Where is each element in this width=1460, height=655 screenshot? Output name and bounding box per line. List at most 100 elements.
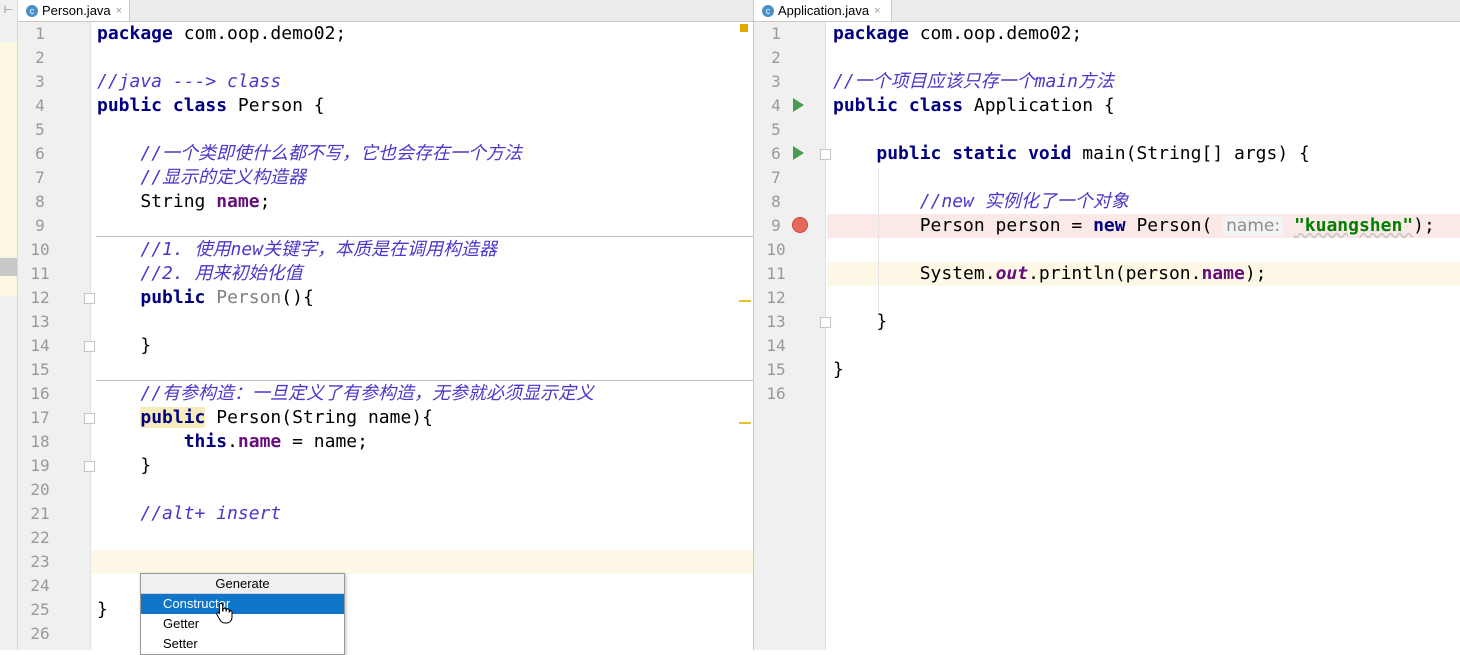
method-separator	[96, 236, 753, 237]
code-line[interactable]: 1 package com.oop.demo02;	[18, 22, 753, 46]
fold-icon[interactable]	[820, 149, 831, 160]
back-arrow-icon[interactable]: ⊢	[0, 0, 17, 20]
breakpoint-icon[interactable]	[792, 217, 808, 233]
code-line[interactable]: 5	[18, 118, 753, 142]
code-line[interactable]: 9 Person person = new Person( name: "kua…	[754, 214, 1460, 238]
code-line[interactable]: 12	[754, 286, 1460, 310]
close-icon[interactable]: ×	[874, 5, 880, 17]
code-text[interactable]: //1. 使用new关键字，本质是在调用构造器	[97, 238, 497, 262]
fold-icon[interactable]	[84, 341, 95, 352]
code-text[interactable]: //alt+ insert	[97, 502, 281, 526]
code-line[interactable]: 10	[754, 238, 1460, 262]
fold-icon[interactable]	[84, 293, 95, 304]
code-text[interactable]: }	[833, 358, 844, 382]
line-number: 11	[30, 264, 50, 283]
code-line[interactable]: 20	[18, 478, 753, 502]
code-text[interactable]: }	[833, 310, 887, 334]
code-text[interactable]: public Person(String name){	[97, 406, 433, 430]
line-number: 9	[35, 216, 45, 235]
code-text[interactable]: //一个项目应该只存一个main方法	[833, 70, 1114, 94]
code-text[interactable]: public class Person {	[97, 94, 325, 118]
run-icon[interactable]	[793, 146, 804, 160]
line-number: 5	[771, 120, 781, 139]
code-line[interactable]: 6 //一个类即使什么都不写，它也会存在一个方法	[18, 142, 753, 166]
code-text[interactable]: public Person(){	[97, 286, 313, 310]
code-line[interactable]: 21 //alt+ insert	[18, 502, 753, 526]
code-line[interactable]: 12 public Person(){	[18, 286, 753, 310]
code-line[interactable]: 14 }	[18, 334, 753, 358]
menu-item-constructor[interactable]: Constructor	[141, 594, 344, 614]
code-line[interactable]: 13 }	[754, 310, 1460, 334]
line-number: 19	[30, 456, 50, 475]
code-text[interactable]: //一个类即使什么都不写，它也会存在一个方法	[97, 142, 522, 166]
code-line[interactable]: 15	[18, 358, 753, 382]
code-text[interactable]: //java ---> class	[97, 70, 281, 94]
close-icon[interactable]: ×	[116, 5, 122, 17]
line-number: 22	[30, 528, 50, 547]
code-line[interactable]: 7	[754, 166, 1460, 190]
code-line[interactable]: 1 package com.oop.demo02;	[754, 22, 1460, 46]
code-line[interactable]: 15}	[754, 358, 1460, 382]
code-line[interactable]: 24	[18, 574, 753, 598]
code-text[interactable]: public static void main(String[] args) {	[833, 142, 1310, 166]
code-text[interactable]: String name;	[97, 190, 270, 214]
fold-icon[interactable]	[84, 413, 95, 424]
code-line[interactable]: 2	[754, 46, 1460, 70]
scroll-marker[interactable]	[739, 300, 751, 302]
code-text[interactable]: package com.oop.demo02;	[97, 22, 346, 46]
line-number: 21	[30, 504, 50, 523]
code-text[interactable]: System.out.println(person.name);	[833, 262, 1267, 286]
code-line[interactable]: 25}	[18, 598, 753, 622]
strip-selected	[0, 258, 17, 276]
code-line[interactable]: 19 }	[18, 454, 753, 478]
code-line[interactable]: 18 this.name = name;	[18, 430, 753, 454]
code-line[interactable]: 4 public class Person {	[18, 94, 753, 118]
code-text[interactable]: }	[97, 334, 151, 358]
code-line[interactable]: 8 String name;	[18, 190, 753, 214]
code-line[interactable]: 17 public Person(String name){	[18, 406, 753, 430]
code-line[interactable]: 4 public class Application {	[754, 94, 1460, 118]
code-text[interactable]: }	[97, 454, 151, 478]
code-text[interactable]: //有参构造：一旦定义了有参构造，无参就必须显示定义	[97, 382, 594, 406]
line-number: 7	[35, 168, 45, 187]
code-line[interactable]: 9	[18, 214, 753, 238]
code-line[interactable]: 22	[18, 526, 753, 550]
code-line[interactable]: 10 //1. 使用new关键字，本质是在调用构造器	[18, 238, 753, 262]
tab-person-java[interactable]: c Person.java ×	[18, 0, 130, 21]
menu-item-getter[interactable]: Getter	[141, 614, 344, 634]
code-text[interactable]: package com.oop.demo02;	[833, 22, 1082, 46]
code-line[interactable]: 5	[754, 118, 1460, 142]
code-line[interactable]: 3 //java ---> class	[18, 70, 753, 94]
menu-item-setter[interactable]: Setter	[141, 634, 344, 654]
run-icon[interactable]	[793, 98, 804, 112]
code-text[interactable]: Person person = new Person( name: "kuang…	[833, 214, 1435, 238]
code-text[interactable]: //显示的定义构造器	[97, 166, 306, 190]
line-number: 4	[771, 96, 781, 115]
code-text[interactable]: this.name = name;	[97, 430, 368, 454]
warning-marker-icon[interactable]	[740, 24, 748, 32]
code-line[interactable]: 6 public static void main(String[] args)…	[754, 142, 1460, 166]
code-line[interactable]: 13	[18, 310, 753, 334]
code-text[interactable]: }	[97, 598, 108, 622]
fold-icon[interactable]	[84, 461, 95, 472]
scroll-marker[interactable]	[739, 422, 751, 424]
code-line[interactable]: 14	[754, 334, 1460, 358]
code-line[interactable]: 26	[18, 622, 753, 646]
code-line[interactable]: 2	[18, 46, 753, 70]
code-line[interactable]: 16 //有参构造：一旦定义了有参构造，无参就必须显示定义	[18, 382, 753, 406]
code-line[interactable]: 7 //显示的定义构造器	[18, 166, 753, 190]
line-number: 12	[30, 288, 50, 307]
code-line[interactable]: 3 //一个项目应该只存一个main方法	[754, 70, 1460, 94]
code-line[interactable]: 8 //new 实例化了一个对象	[754, 190, 1460, 214]
code-line[interactable]: 11 //2. 用来初始化值	[18, 262, 753, 286]
code-text[interactable]: public class Application {	[833, 94, 1115, 118]
line-number: 10	[766, 240, 786, 259]
code-line[interactable]: 16	[754, 382, 1460, 406]
line-number: 2	[35, 48, 45, 67]
tab-application-java[interactable]: c Application.java ×	[754, 0, 892, 21]
code-line[interactable]: 11 System.out.println(person.name);	[754, 262, 1460, 286]
class-icon: c	[26, 4, 38, 17]
code-line[interactable]: 23	[18, 550, 753, 574]
code-text[interactable]: //2. 用来初始化值	[97, 262, 302, 286]
fold-icon[interactable]	[820, 317, 831, 328]
